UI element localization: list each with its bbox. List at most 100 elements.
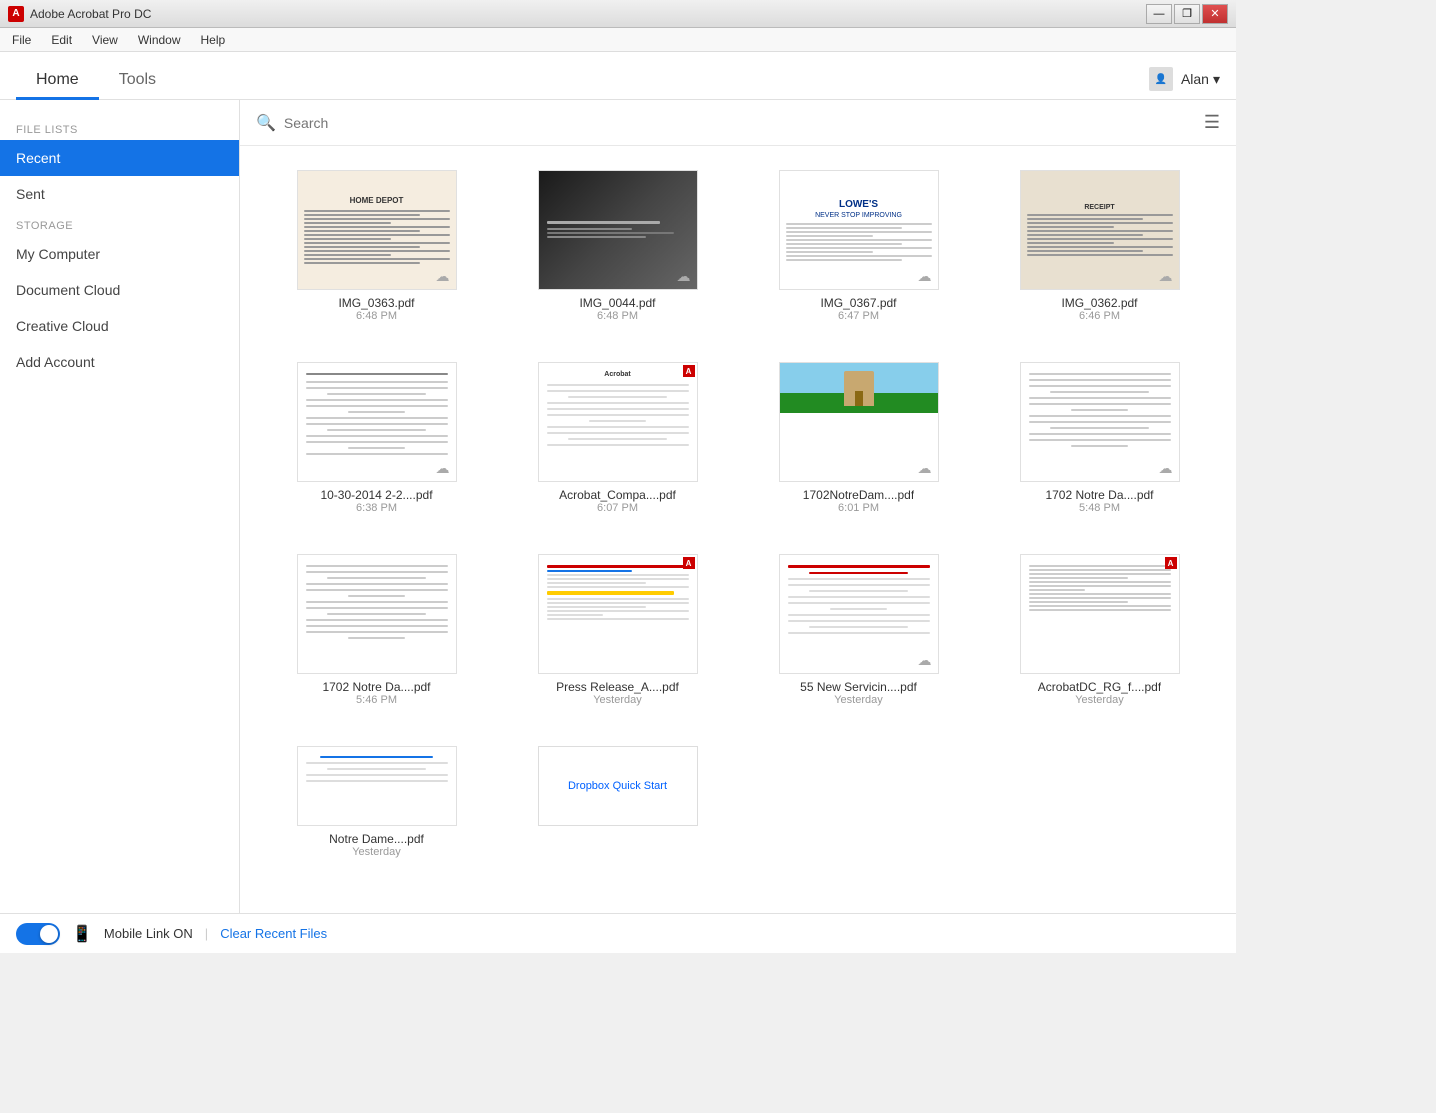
cloud-icon: ☁ xyxy=(677,268,691,285)
file-thumbnail xyxy=(297,746,457,826)
file-time: 6:47 PM xyxy=(838,310,879,322)
sidebar-item-recent[interactable]: Recent xyxy=(0,140,239,176)
app-title: Adobe Acrobat Pro DC xyxy=(30,7,151,21)
list-item[interactable]: ☁ IMG_0044.pdf 6:48 PM xyxy=(505,162,730,330)
list-item[interactable]: Dropbox Quick Start placeholder placehol… xyxy=(505,738,730,866)
restore-button[interactable]: ❐ xyxy=(1174,4,1200,24)
file-thumbnail: ☁ xyxy=(297,362,457,482)
file-thumbnail: HOME DEPOT xyxy=(297,170,457,290)
mobile-link-toggle[interactable] xyxy=(16,923,60,945)
menu-help[interactable]: Help xyxy=(193,31,234,49)
nav-tabs: Home Tools xyxy=(16,61,176,99)
sidebar: FILE LISTS Recent Sent STORAGE My Comput… xyxy=(0,100,240,913)
list-item[interactable]: A Acrobat xyxy=(505,354,730,522)
file-thumbnail xyxy=(297,554,457,674)
list-item[interactable]: ☁ 1702 Notre Da....pdf 5:48 PM xyxy=(987,354,1212,522)
search-bar: 🔍 ☰ xyxy=(240,100,1236,146)
cloud-icon: ☁ xyxy=(918,652,932,669)
list-view-icon[interactable]: ☰ xyxy=(1204,112,1220,133)
sidebar-item-creative-cloud[interactable]: Creative Cloud xyxy=(0,308,239,344)
file-time: Yesterday xyxy=(1075,694,1124,706)
nav-bar: Home Tools 👤 Alan ▾ xyxy=(0,52,1236,100)
cloud-icon: ☁ xyxy=(918,268,932,285)
menu-bar: File Edit View Window Help xyxy=(0,28,1236,52)
list-item[interactable]: Notre Dame....pdf Yesterday xyxy=(264,738,489,866)
storage-label: STORAGE xyxy=(0,212,239,236)
menu-edit[interactable]: Edit xyxy=(43,31,80,49)
title-bar-left: A Adobe Acrobat Pro DC xyxy=(8,6,151,22)
sidebar-item-document-cloud[interactable]: Document Cloud xyxy=(0,272,239,308)
tab-tools[interactable]: Tools xyxy=(99,61,176,100)
file-thumbnail: LOWE'S NEVER STOP IMPROVING xyxy=(779,170,939,290)
file-name: 1702 Notre Da....pdf xyxy=(322,680,430,694)
file-name: 1702 Notre Da....pdf xyxy=(1045,488,1153,502)
file-time: 6:48 PM xyxy=(356,310,397,322)
main-layout: FILE LISTS Recent Sent STORAGE My Comput… xyxy=(0,100,1236,913)
file-time: 6:38 PM xyxy=(356,502,397,514)
adobe-badge: A xyxy=(683,365,695,377)
file-name: Acrobat_Compa....pdf xyxy=(559,488,676,502)
clear-recent-files-link[interactable]: Clear Recent Files xyxy=(220,926,327,941)
file-time: Yesterday xyxy=(593,694,642,706)
mobile-link-label: Mobile Link ON xyxy=(104,926,193,941)
file-thumbnail: ☁ xyxy=(538,170,698,290)
content-area: 🔍 ☰ HOME DEPOT xyxy=(240,100,1236,913)
list-item[interactable]: A xyxy=(505,546,730,714)
bottom-bar: 📱 Mobile Link ON | Clear Recent Files xyxy=(0,913,1236,953)
list-item[interactable]: ☁ 55 New Servicin....pdf Yesterday xyxy=(746,546,971,714)
list-item[interactable]: HOME DEPOT xyxy=(264,162,489,330)
app-icon: A xyxy=(8,6,24,22)
file-time: Yesterday xyxy=(834,694,883,706)
menu-window[interactable]: Window xyxy=(130,31,189,49)
file-thumbnail: ☁ xyxy=(779,362,939,482)
cloud-icon: ☁ xyxy=(436,268,450,285)
cloud-icon: ☁ xyxy=(1159,460,1173,477)
list-item[interactable]: RECEIPT xyxy=(987,162,1212,330)
cloud-icon: ☁ xyxy=(918,460,932,477)
user-icon: 👤 xyxy=(1149,67,1173,91)
list-item[interactable]: ☁ 1702NotreDam....pdf 6:01 PM xyxy=(746,354,971,522)
search-input[interactable] xyxy=(284,115,1196,131)
file-grid: HOME DEPOT xyxy=(264,162,1212,866)
nav-right: 👤 Alan ▾ xyxy=(1149,67,1220,99)
cloud-icon: ☁ xyxy=(1159,268,1173,285)
menu-view[interactable]: View xyxy=(84,31,126,49)
sidebar-item-my-computer[interactable]: My Computer xyxy=(0,236,239,272)
list-item[interactable]: 1702 Notre Da....pdf 5:46 PM xyxy=(264,546,489,714)
cloud-icon: ☁ xyxy=(436,460,450,477)
file-time: 6:46 PM xyxy=(1079,310,1120,322)
file-name: IMG_0362.pdf xyxy=(1061,296,1137,310)
file-thumbnail: A xyxy=(1020,554,1180,674)
sidebar-item-sent[interactable]: Sent xyxy=(0,176,239,212)
list-item[interactable]: LOWE'S NEVER STOP IMPROVING xyxy=(746,162,971,330)
file-thumbnail: A xyxy=(538,554,698,674)
search-icon: 🔍 xyxy=(256,113,276,133)
sidebar-item-add-account[interactable]: Add Account xyxy=(0,344,239,380)
file-thumbnail: RECEIPT xyxy=(1020,170,1180,290)
close-button[interactable]: ✕ xyxy=(1202,4,1228,24)
file-name: 55 New Servicin....pdf xyxy=(800,680,917,694)
file-grid-container[interactable]: HOME DEPOT xyxy=(240,146,1236,913)
file-thumbnail: ☁ xyxy=(1020,362,1180,482)
file-thumbnail: A Acrobat xyxy=(538,362,698,482)
file-time: 5:46 PM xyxy=(356,694,397,706)
file-name: 10-30-2014 2-2....pdf xyxy=(320,488,432,502)
minimize-button[interactable]: — xyxy=(1146,4,1172,24)
file-thumbnail: Dropbox Quick Start xyxy=(538,746,698,826)
tab-home[interactable]: Home xyxy=(16,61,99,100)
dropbox-label: Dropbox Quick Start xyxy=(568,780,667,792)
file-time: 6:07 PM xyxy=(597,502,638,514)
list-item[interactable]: A xyxy=(987,546,1212,714)
file-name: IMG_0363.pdf xyxy=(338,296,414,310)
user-name[interactable]: Alan ▾ xyxy=(1181,71,1220,88)
file-time: 6:01 PM xyxy=(838,502,879,514)
file-time: Yesterday xyxy=(352,846,401,858)
file-name: Notre Dame....pdf xyxy=(329,832,424,846)
file-name: IMG_0367.pdf xyxy=(820,296,896,310)
file-name: AcrobatDC_RG_f....pdf xyxy=(1038,680,1161,694)
file-name: 1702NotreDam....pdf xyxy=(803,488,914,502)
list-item[interactable]: ☁ 10-30-2014 2-2....pdf 6:38 PM xyxy=(264,354,489,522)
search-inner: 🔍 xyxy=(256,113,1196,133)
file-name: Press Release_A....pdf xyxy=(556,680,679,694)
menu-file[interactable]: File xyxy=(4,31,39,49)
